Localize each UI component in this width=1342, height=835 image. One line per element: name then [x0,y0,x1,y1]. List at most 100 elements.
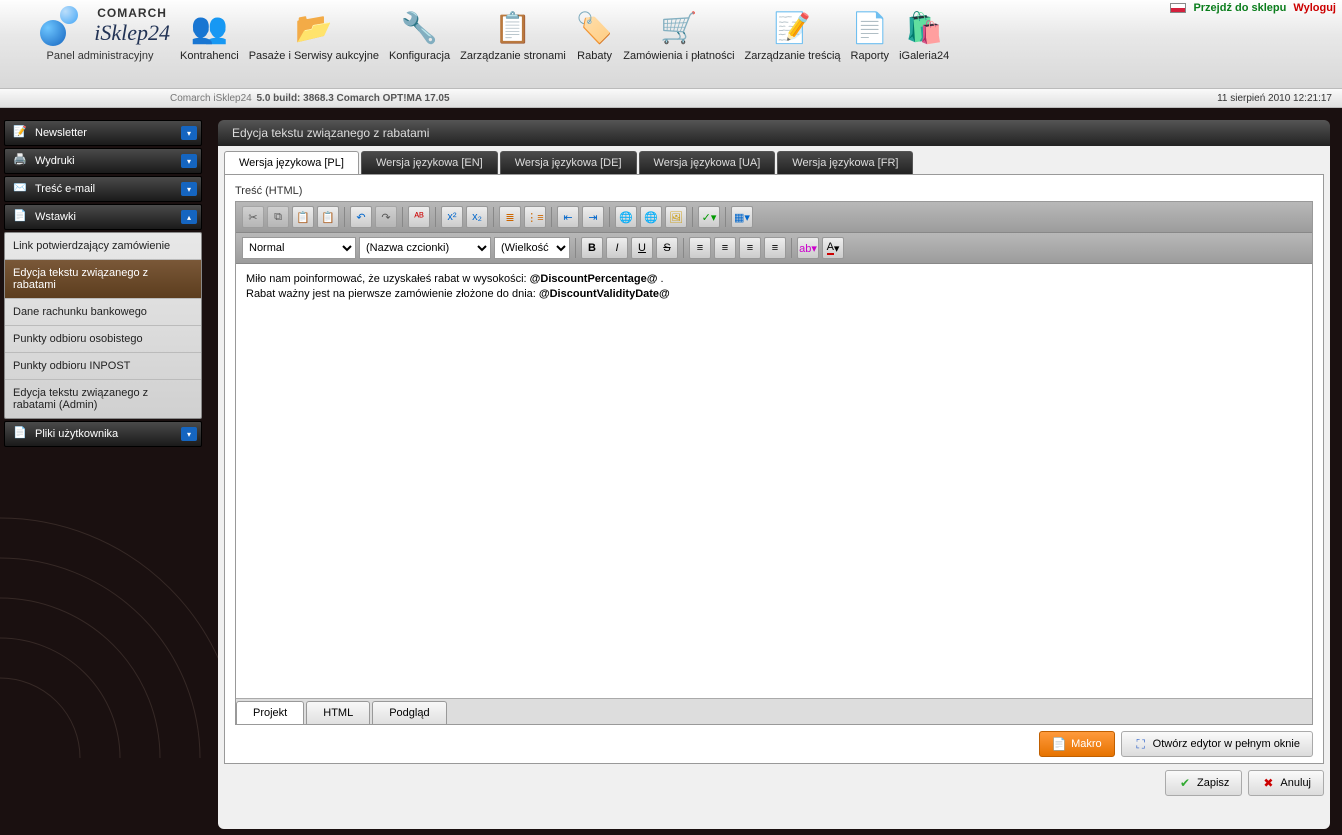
unordered-list-icon[interactable]: ⋮≡ [524,206,546,228]
unlink-icon[interactable]: 🌐 [640,206,662,228]
indent-icon[interactable]: ⇥ [582,206,604,228]
image-icon[interactable]: 🖼 [665,206,687,228]
top-header: Przejdź do sklepu Wyloguj COMARCH iSklep… [0,0,1342,88]
menu-item-1[interactable]: 📂Pasaże i Serwisy aukcyjne [244,6,384,62]
page-icon: 📄 [13,209,29,225]
full-editor-button[interactable]: ⛶ Otwórz edytor w pełnym oknie [1121,731,1313,757]
menu-label: Zamówienia i płatności [623,50,734,62]
editor-toolbar-1: ✂ ⧉ 📋 📋 ↶ ↷ ᴬᴮ x² x₂ ≣ ⋮≡ [236,202,1312,233]
menu-item-7[interactable]: 📄Raporty [846,6,895,62]
mode-tab[interactable]: HTML [306,701,370,724]
subscript-icon[interactable]: x₂ [466,206,488,228]
format-select[interactable]: Normal [242,237,356,259]
logo-icon [40,6,80,46]
align-right-icon[interactable]: ≡ [739,237,761,259]
newsletter-icon: 📝 [13,125,29,141]
language-tab[interactable]: Wersja językowa [DE] [500,151,637,174]
highlight-icon[interactable]: ab▾ [797,237,819,259]
sidebar-section-wydruki[interactable]: 🖨️ Wydruki ▾ [4,148,202,174]
menu-icon: 🛒 [623,6,734,50]
menu-item-2[interactable]: 🔧Konfiguracja [384,6,455,62]
sidebar-item[interactable]: Edycja tekstu związanego z rabatami (Adm… [5,380,201,418]
symbol-icon[interactable]: ✓▾ [698,206,720,228]
menu-label: Zarządzanie treścią [745,50,841,62]
spellcheck-icon[interactable]: ᴬᴮ [408,206,430,228]
sidebar-item[interactable]: Link potwierdzający zamówienie [5,233,201,260]
mode-tab[interactable]: Projekt [236,701,304,724]
content-panel: Edycja tekstu związanego z rabatami Wers… [218,120,1330,835]
tab-content: Treść (HTML) ✂ ⧉ 📋 📋 ↶ ↷ ᴬᴮ x² [224,174,1324,764]
cancel-icon: ✖ [1261,776,1275,790]
sidebar-item[interactable]: Edycja tekstu związanego z rabatami [5,260,201,299]
separator [791,238,792,258]
menu-label: Zarządzanie stronami [460,50,566,62]
action-row-1: 📄 Makro ⛶ Otwórz edytor w pełnym oknie [235,731,1313,757]
separator [551,207,552,227]
sidebar-item[interactable]: Punkty odbioru osobistego [5,326,201,353]
superscript-icon[interactable]: x² [441,206,463,228]
align-justify-icon[interactable]: ≡ [764,237,786,259]
language-tab[interactable]: Wersja językowa [FR] [777,151,913,174]
sidebar-wstawki-items: Link potwierdzający zamówienieEdycja tek… [4,232,202,419]
file-icon: 📄 [13,426,29,442]
menu-label: Pasaże i Serwisy aukcyjne [249,50,379,62]
ordered-list-icon[interactable]: ≣ [499,206,521,228]
menu-icon: 📂 [249,6,379,50]
sidebar-section-email[interactable]: ✉️ Treść e-mail ▾ [4,176,202,202]
sidebar-section-label: Pliki użytkownika [35,428,118,440]
language-tab[interactable]: Wersja językowa [EN] [361,151,498,174]
separator [344,207,345,227]
chevron-down-icon: ▾ [181,182,197,196]
menu-item-4[interactable]: 🏷️Rabaty [571,6,618,62]
sidebar-item[interactable]: Punkty odbioru INPOST [5,353,201,380]
font-select[interactable]: (Nazwa czcionki) [359,237,491,259]
rich-text-editor: ✂ ⧉ 📋 📋 ↶ ↷ ᴬᴮ x² x₂ ≣ ⋮≡ [235,201,1313,725]
editor-content-area[interactable]: Miło nam poinformować, że uzyskałeś raba… [236,264,1312,698]
fontsize-select[interactable]: (Wielkość cz [494,237,570,259]
menu-item-6[interactable]: 📝Zarządzanie treścią [740,6,846,62]
menu-item-5[interactable]: 🛒Zamówienia i płatności [618,6,739,62]
paste-word-icon[interactable]: 📋 [317,206,339,228]
panel-title: Edycja tekstu związanego z rabatami [218,120,1330,146]
align-left-icon[interactable]: ≡ [689,237,711,259]
copy-icon[interactable]: ⧉ [267,206,289,228]
sidebar-item[interactable]: Dane rachunku bankowego [5,299,201,326]
language-tab[interactable]: Wersja językowa [PL] [224,151,359,174]
menu-icon: 📝 [745,6,841,50]
sidebar-section-wstawki[interactable]: 📄 Wstawki ▴ [4,204,202,230]
logo-block: COMARCH iSklep24 Panel administracyjny [30,6,170,62]
menu-item-3[interactable]: 📋Zarządzanie stronami [455,6,571,62]
link-icon[interactable]: 🌐 [615,206,637,228]
menu-item-8[interactable]: 🛍️iGaleria24 [894,6,954,62]
underline-icon[interactable]: U [631,237,653,259]
makro-icon: 📄 [1052,737,1066,751]
text-color-icon[interactable]: A▾ [822,237,844,259]
sidebar: 📝 Newsletter ▾ 🖨️ Wydruki ▾ ✉️ Treść e-m… [4,120,202,835]
sidebar-section-newsletter[interactable]: 📝 Newsletter ▾ [4,120,202,146]
cancel-button[interactable]: ✖ Anuluj [1248,770,1324,796]
makro-button[interactable]: 📄 Makro [1039,731,1115,757]
undo-icon[interactable]: ↶ [350,206,372,228]
editor-mode-tabs: ProjektHTMLPodgląd [236,698,1312,724]
table-icon[interactable]: ▦▾ [731,206,753,228]
separator [402,207,403,227]
save-button[interactable]: ✔ Zapisz [1165,770,1242,796]
align-center-icon[interactable]: ≡ [714,237,736,259]
logout-link[interactable]: Wyloguj [1293,2,1336,14]
bold-icon[interactable]: B [581,237,603,259]
cut-icon[interactable]: ✂ [242,206,264,228]
outdent-icon[interactable]: ⇤ [557,206,579,228]
language-tab[interactable]: Wersja językowa [UA] [639,151,776,174]
strike-icon[interactable]: S [656,237,678,259]
sidebar-section-user-files[interactable]: 📄 Pliki użytkownika ▾ [4,421,202,447]
menu-item-0[interactable]: 👥Kontrahenci [175,6,244,62]
paste-icon[interactable]: 📋 [292,206,314,228]
mail-icon: ✉️ [13,181,29,197]
info-bar: Comarch iSklep24 5.0 build: 3868.3 Comar… [0,88,1342,108]
sidebar-section-label: Treść e-mail [35,183,95,195]
mode-tab[interactable]: Podgląd [372,701,446,724]
italic-icon[interactable]: I [606,237,628,259]
separator [683,238,684,258]
go-to-shop-link[interactable]: Przejdź do sklepu [1193,2,1286,14]
redo-icon[interactable]: ↷ [375,206,397,228]
